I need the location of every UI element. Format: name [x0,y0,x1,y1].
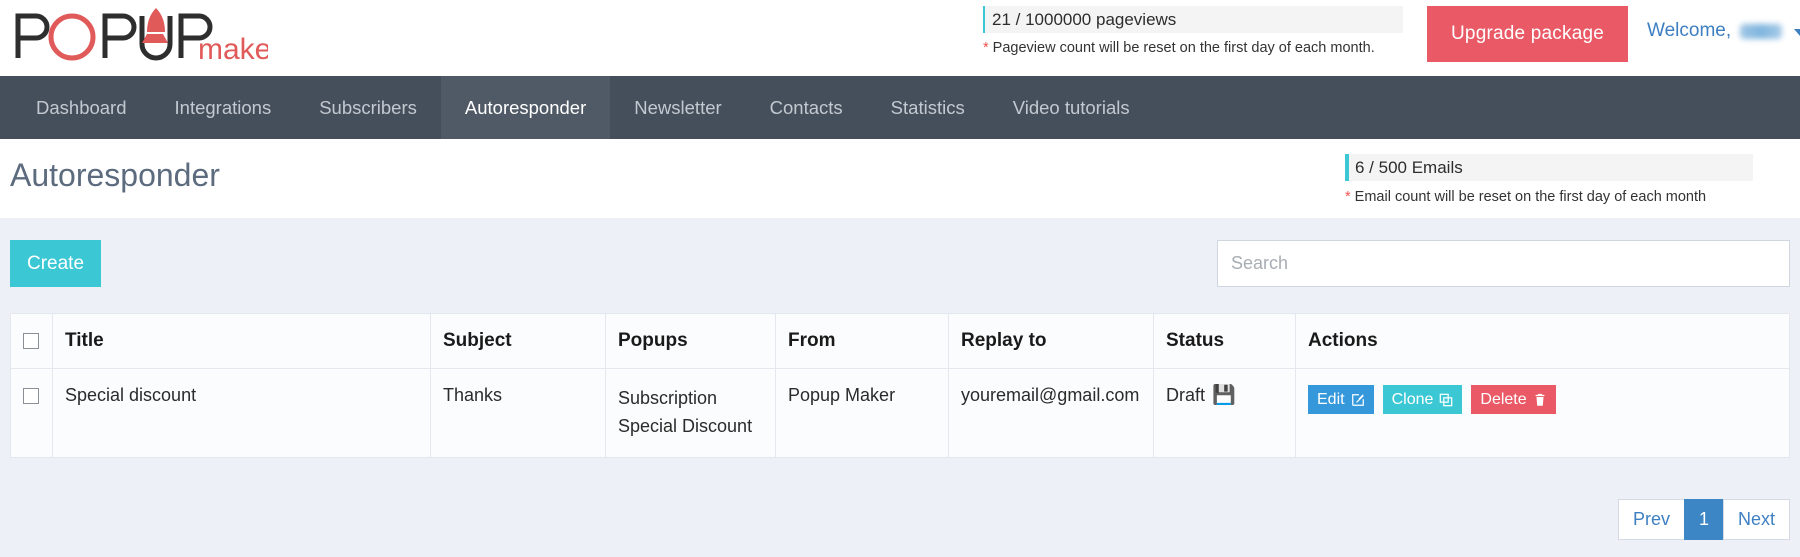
nav-item-video-tutorials[interactable]: Video tutorials [989,76,1154,139]
header-replay-to[interactable]: Replay to [948,313,1154,369]
cell-replay-to: youremail@gmail.com [948,368,1154,458]
email-usage: 6 / 500 Emails * Email count will be res… [1345,154,1753,205]
app-logo[interactable]: maker [10,0,268,76]
header-from[interactable]: From [775,313,949,369]
user-menu[interactable]: Welcome, [1647,20,1800,42]
pageview-reset-note: * Pageview count will be reset on the fi… [983,40,1403,56]
pagination-next[interactable]: Next [1722,499,1790,540]
email-progress-fill [1345,154,1349,181]
table-row: Special discount Thanks Subscription Spe… [10,368,1790,458]
search-input[interactable] [1217,240,1790,287]
pagination: Prev 1 Next [1617,499,1790,540]
cell-popups: Subscription Special Discount [605,368,776,458]
pagination-page-1[interactable]: 1 [1683,499,1724,540]
autoresponder-table: Title Subject Popups From Replay to Stat… [10,313,1790,458]
cell-actions: Edit Clone Delete [1295,368,1790,458]
pageview-note-text: Pageview count will be reset on the firs… [988,40,1375,56]
nav-item-integrations[interactable]: Integrations [151,76,296,139]
header-status[interactable]: Status [1153,313,1296,369]
create-button[interactable]: Create [10,240,101,287]
header-actions: Actions [1295,313,1790,369]
top-bar: maker 21 / 1000000 pageviews * Pageview … [0,0,1800,76]
row-checkbox[interactable] [23,388,39,405]
main-navigation: Dashboard Integrations Subscribers Autor… [0,76,1800,139]
email-reset-note: * Email count will be reset on the first… [1345,189,1753,205]
chevron-down-icon [1794,29,1800,36]
email-note-text: Email count will be reset on the first d… [1350,189,1707,205]
clone-button[interactable]: Clone [1382,385,1463,414]
select-all-header [10,313,53,369]
nav-item-autoresponder[interactable]: Autoresponder [440,76,611,139]
edit-button[interactable]: Edit [1308,385,1374,414]
cell-subject: Thanks [430,368,606,458]
pencil-icon [1351,393,1365,407]
header-title[interactable]: Title [52,313,431,369]
cell-title: Special discount [52,368,431,458]
cell-from: Popup Maker [775,368,949,458]
status-label: Draft [1166,385,1206,405]
row-select-cell [10,368,53,458]
delete-button[interactable]: Delete [1471,385,1556,414]
page-header: Autoresponder 6 / 500 Emails * Email cou… [0,139,1800,218]
pageview-usage: 21 / 1000000 pageviews * Pageview count … [983,6,1403,56]
list-toolbar: Create [10,240,1790,287]
nav-item-statistics[interactable]: Statistics [867,76,989,139]
trash-icon [1533,393,1547,407]
select-all-checkbox[interactable] [23,332,39,349]
pagination-prev[interactable]: Prev [1617,499,1685,540]
popup-name-1: Subscription [618,388,718,408]
upgrade-package-button[interactable]: Upgrade package [1427,6,1628,62]
edit-label: Edit [1317,390,1345,408]
pageview-progress-bar: 21 / 1000000 pageviews [983,6,1403,33]
pageview-count-label: 21 / 1000000 pageviews [992,9,1177,29]
nav-item-subscribers[interactable]: Subscribers [295,76,441,139]
row-actions: Edit Clone Delete [1308,385,1779,414]
username-redacted [1740,23,1783,39]
popup-name-2: Special Discount [618,415,753,436]
cell-status: Draft 💾 [1153,368,1296,458]
content-area: Create Title Subject Popups From Replay … [0,218,1800,557]
pageview-progress-fill [983,6,985,33]
save-icon[interactable]: 💾 [1212,386,1236,405]
page-title: Autoresponder [10,157,220,193]
nav-item-contacts[interactable]: Contacts [746,76,867,139]
email-count-label: 6 / 500 Emails [1355,157,1463,177]
nav-item-dashboard[interactable]: Dashboard [12,76,151,139]
table-header-row: Title Subject Popups From Replay to Stat… [10,313,1790,369]
header-popups[interactable]: Popups [605,313,776,369]
email-progress-bar: 6 / 500 Emails [1345,154,1753,181]
header-subject[interactable]: Subject [430,313,606,369]
clone-label: Clone [1391,390,1434,408]
svg-text:maker: maker [198,33,268,66]
nav-item-newsletter[interactable]: Newsletter [610,76,745,139]
delete-label: Delete [1480,390,1527,408]
welcome-label: Welcome, [1647,20,1732,41]
copy-icon [1439,393,1453,407]
